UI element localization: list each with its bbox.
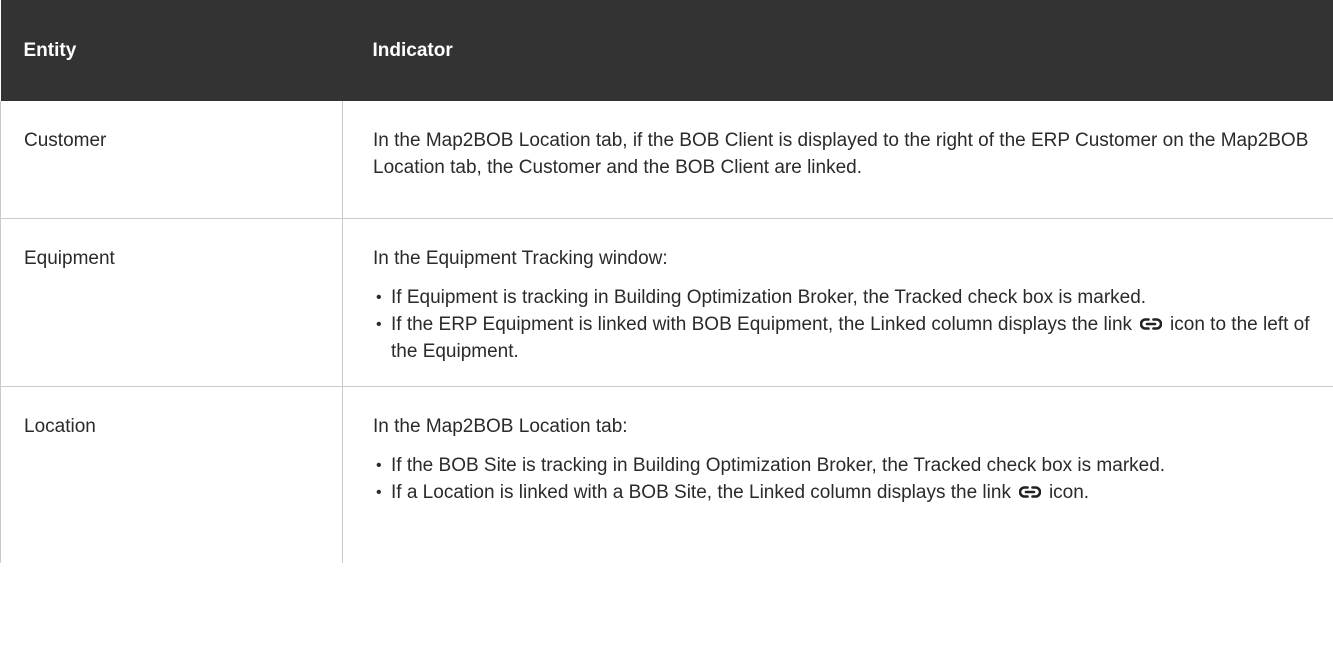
link-icon [1018,485,1041,498]
indicator-intro: In the Map2BOB Location tab: [373,415,628,437]
link-icon [1140,317,1163,330]
table-row: Equipment In the Equipment Tracking wind… [0,218,1333,387]
entity-cell: Location [0,386,343,563]
header-indicator: Indicator [372,39,453,61]
indicator-cell: In the Map2BOB Location tab, if the BOB … [342,101,1333,219]
list-item: If the ERP Equipment is linked with BOB … [376,311,1313,365]
list-item: If a Location is linked with a BOB Site,… [376,479,1313,506]
indicator-cell: In the Equipment Tracking window: If Equ… [342,218,1333,387]
indicator-table: Entity Indicator Customer In the Map2BOB… [0,0,1333,563]
list-item: If the BOB Site is tracking in Building … [376,452,1313,479]
indicator-intro: In the Equipment Tracking window: [373,247,668,269]
indicator-cell: In the Map2BOB Location tab: If the BOB … [342,386,1333,563]
table-row: Customer In the Map2BOB Location tab, if… [0,101,1333,219]
list-item-text: If the ERP Equipment is linked with BOB … [391,313,1133,335]
entity-cell: Equipment [0,218,343,387]
list-item: If Equipment is tracking in Building Opt… [376,284,1313,311]
header-entity: Entity [23,39,77,61]
indicator-list: If Equipment is tracking in Building Opt… [373,284,1313,365]
list-item-text: If a Location is linked with a BOB Site,… [391,481,1011,503]
table-row: Location In the Map2BOB Location tab: If… [0,386,1333,563]
entity-cell: Customer [0,101,343,219]
list-item-text: icon. [1048,481,1090,503]
indicator-list: If the BOB Site is tracking in Building … [373,452,1313,506]
table-header: Entity Indicator [0,0,1333,101]
